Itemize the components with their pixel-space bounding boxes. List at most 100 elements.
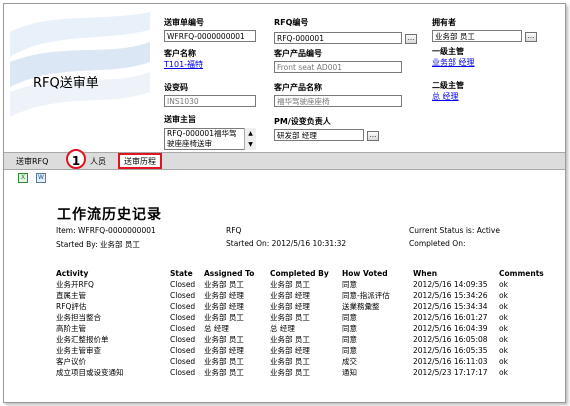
history-table-body: 业务开RFQ Closed 业务部 员工 业务部 员工 同意 2012/5/16 14:0…	[56, 279, 559, 378]
cell-assigned-to: 业务部 经理	[204, 302, 244, 311]
cell-how-voted: 同意	[342, 335, 357, 344]
cell-assigned-to: 业务部 经理	[204, 346, 244, 355]
cell-activity: 业务开RFQ	[56, 280, 94, 289]
cell-when: 2012/5/16 16:11:03	[413, 357, 488, 366]
cell-comments: ok	[499, 291, 508, 300]
cell-how-voted: 同意	[342, 346, 357, 355]
pm-owner-label: PM/设变负责人	[274, 117, 331, 126]
cell-how-voted: 送業務彙整	[342, 302, 380, 311]
pm-owner-field[interactable]: 研发部 经理	[274, 129, 364, 141]
cell-how-voted: 同意	[342, 324, 357, 333]
customer-product-no-field[interactable]: Front seat AD001	[274, 61, 402, 73]
cell-activity: 业务汇整报价单	[56, 335, 109, 344]
purpose-line-1: RFQ-000001福华驾	[167, 129, 237, 138]
history-title: 工作流历史记录	[57, 207, 162, 223]
cell-assigned-to: 业务部 员工	[204, 313, 244, 322]
level1-manager-label: 一级主管	[432, 47, 464, 56]
excel-export-icon[interactable]: X	[18, 173, 28, 183]
col-assigned-to: Assigned To	[204, 269, 255, 278]
cell-comments: ok	[499, 346, 508, 355]
table-row: 业务担当整合 Closed 业务部 员工 业务部 员工 同意 2012/5/16 16:0…	[56, 312, 559, 323]
cell-activity: 客户议价	[56, 357, 86, 366]
history-item: Item: WFRFQ-0000000001	[56, 226, 156, 235]
customer-name-link[interactable]: T101-福特	[164, 59, 203, 70]
cell-how-voted: 同意	[342, 313, 357, 322]
cell-state: Closed	[170, 280, 196, 289]
customer-product-name-field[interactable]: 福华驾驶座座椅	[274, 95, 402, 107]
cell-activity: RFQ評估	[56, 302, 87, 311]
submission-no-field[interactable]: WFRFQ-0000000001	[164, 30, 256, 42]
rfq-picker-button[interactable]: ...	[405, 34, 417, 44]
cell-activity: 高阶主管	[56, 324, 86, 333]
rfq-no-field[interactable]: RFQ-000001	[274, 32, 402, 44]
cell-when: 2012/5/16 16:05:35	[413, 346, 488, 355]
scroll-up-icon[interactable]: ▲	[245, 128, 256, 139]
owner-picker-button[interactable]: ...	[525, 32, 537, 42]
cell-completed-by: 业务部 经理	[270, 302, 310, 311]
rfq-no-label: RFQ编号	[274, 18, 309, 27]
col-comments: Comments	[499, 269, 544, 278]
cell-when: 2012/5/16 16:05:08	[413, 335, 488, 344]
cell-completed-by: 业务部 员工	[270, 335, 310, 344]
cell-how-voted: 通知	[342, 368, 357, 377]
cell-how-voted: 同意	[342, 280, 357, 289]
history-started-by: Started By: 业务部 员工	[56, 240, 140, 249]
table-row: 直属主管 Closed 业务部 经理 业务部 经理 同意-指派评估 2012/5/16 1…	[56, 290, 559, 301]
cell-activity: 业务主管审查	[56, 346, 101, 355]
cell-how-voted: 成交	[342, 357, 357, 366]
cell-comments: ok	[499, 335, 508, 344]
cell-activity: 直属主管	[56, 291, 86, 300]
cell-completed-by: 总 经理	[270, 324, 295, 333]
cell-completed-by: 业务部 员工	[270, 368, 310, 377]
table-row: 业务汇整报价单 Closed 业务部 员工 业务部 员工 同意 2012/5/16 16:…	[56, 334, 559, 345]
table-row: 高阶主管 Closed 总 经理 总 经理 同意 2012/5/16 16:04:39 ok	[56, 323, 559, 334]
cell-completed-by: 业务部 员工	[270, 280, 310, 289]
cell-state: Closed	[170, 302, 196, 311]
cell-activity: 成立项目或设变通知	[56, 368, 124, 377]
cell-activity: 业务担当整合	[56, 313, 101, 322]
owner-label: 拥有者	[432, 18, 456, 27]
decorative-swoosh	[10, 12, 150, 117]
form-title: RFQ送审单	[33, 76, 99, 91]
tab-submit-rfq[interactable]: 送审RFQ	[16, 156, 48, 167]
step-marker: 1	[66, 149, 86, 169]
cell-assigned-to: 业务部 员工	[204, 357, 244, 366]
cell-comments: ok	[499, 280, 508, 289]
submission-purpose-label: 送审主旨	[164, 115, 196, 124]
cell-when: 2012/5/16 15:34:26	[413, 291, 488, 300]
cell-assigned-to: 总 经理	[204, 324, 229, 333]
cell-when: 2012/5/23 17:17:17	[413, 368, 488, 377]
history-started-on: Started On: 2012/5/16 10:31:32	[226, 239, 347, 248]
table-row: 成立项目或设变通知 Closed 业务部 员工 业务部 员工 通知 2012/5/23 1…	[56, 367, 559, 378]
textarea-scrollbar[interactable]: ▲ ▼	[244, 128, 256, 150]
level2-manager-link[interactable]: 总 经理	[432, 91, 459, 102]
cell-state: Closed	[170, 335, 196, 344]
pm-owner-picker-button[interactable]: ...	[367, 131, 379, 141]
history-table: Activity State Assigned To Completed By …	[56, 268, 559, 378]
form-header: RFQ送审单 送审单编号 WFRFQ-0000000001 客户名称 T101-…	[4, 4, 565, 152]
word-export-icon[interactable]: W	[36, 173, 46, 183]
cell-when: 2012/5/16 14:09:35	[413, 280, 488, 289]
customer-product-name-label: 客户产品名称	[274, 83, 322, 92]
cell-state: Closed	[170, 357, 196, 366]
cell-assigned-to: 业务部 员工	[204, 280, 244, 289]
table-row: 客户议价 Closed 业务部 员工 业务部 员工 成交 2012/5/16 16:11:…	[56, 356, 559, 367]
cell-when: 2012/5/16 16:04:39	[413, 324, 488, 333]
tab-personnel[interactable]: 人员	[90, 156, 106, 167]
design-code-field[interactable]: INS1030	[164, 95, 256, 107]
tab-submission-history[interactable]: 送审历程	[118, 153, 162, 169]
cell-state: Closed	[170, 291, 196, 300]
history-completed-on: Completed On:	[409, 239, 466, 248]
col-completed-by: Completed By	[270, 269, 329, 278]
owner-field[interactable]: 业务部 员工	[432, 30, 522, 42]
submission-purpose-textarea[interactable]: RFQ-000001福华驾 驶座座椅送审	[164, 128, 256, 150]
level2-manager-label: 二级主管	[432, 81, 464, 90]
customer-product-no-label: 客户产品编号	[274, 49, 322, 58]
cell-comments: ok	[499, 368, 508, 377]
cell-state: Closed	[170, 346, 196, 355]
level1-manager-link[interactable]: 业务部 经理	[432, 57, 475, 68]
cell-when: 2012/5/16 16:01:27	[413, 313, 488, 322]
col-activity: Activity	[56, 269, 89, 278]
cell-completed-by: 业务部 经理	[270, 291, 310, 300]
scroll-down-icon[interactable]: ▼	[245, 139, 256, 150]
